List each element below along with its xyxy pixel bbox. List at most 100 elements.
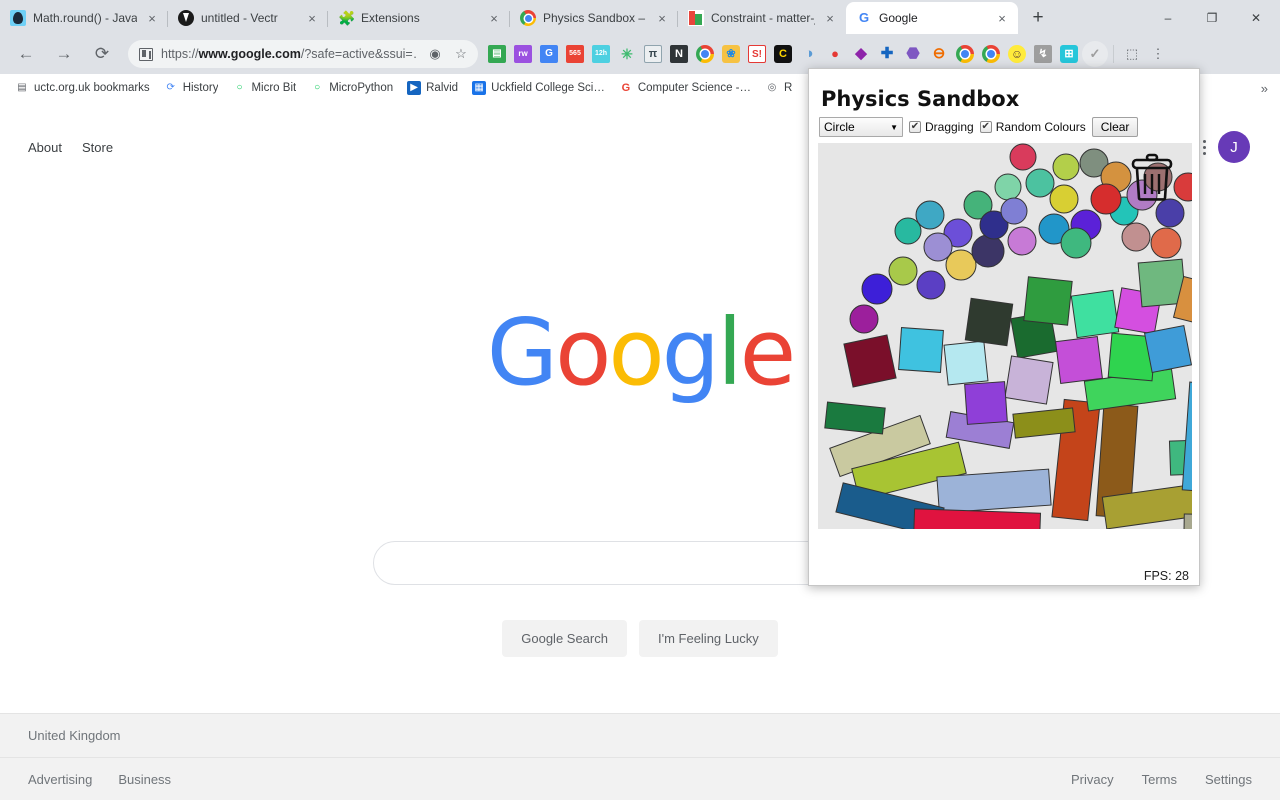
tab-close-button[interactable]: × — [486, 11, 502, 26]
tab-extensions[interactable]: 🧩 Extensions × — [328, 2, 510, 34]
tab-math-round[interactable]: Math.round() - JavaScrip × — [0, 2, 168, 34]
target-icon[interactable]: ◉ — [426, 46, 444, 62]
google-icon: G — [621, 82, 631, 94]
extension-blue-cross[interactable]: ✚ — [874, 41, 900, 67]
adblock-extension-icon: ⊖ — [932, 45, 946, 62]
address-bar[interactable]: https://www.google.com/?safe=active&ssui… — [128, 40, 478, 68]
chrome-menu-icon[interactable]: ⋮ — [1145, 41, 1171, 67]
tab-close-button[interactable]: × — [822, 11, 838, 26]
extension-gmail-565[interactable]: 565 — [562, 41, 588, 67]
extension-tomato-timer[interactable]: ● — [822, 41, 848, 67]
bookmark-star-icon[interactable]: ☆ — [452, 46, 470, 62]
minimize-button[interactable]: – — [1146, 2, 1190, 34]
nav-link-about[interactable]: About — [18, 134, 72, 161]
tab-close-button[interactable]: × — [304, 11, 320, 26]
bookmark-uctc[interactable]: ▤ uctc.org.uk bookmarks — [8, 78, 157, 98]
logo-letter: o — [555, 299, 611, 406]
extension-chrome-app[interactable] — [692, 41, 718, 67]
extension-chrome-dev2[interactable] — [978, 41, 1004, 67]
dragging-checkbox[interactable] — [909, 121, 921, 133]
extension-purple-diamond[interactable]: ◆ — [848, 41, 874, 67]
extension-fish[interactable]: ❀ — [718, 41, 744, 67]
footer-link-advertising[interactable]: Advertising — [28, 772, 104, 787]
microbit-icon: ○ — [236, 82, 243, 93]
fps-counter: FPS: 28 — [809, 529, 1199, 591]
extension-adblock[interactable]: ⊖ — [926, 41, 952, 67]
extension-chrome-dev[interactable] — [952, 41, 978, 67]
feeling-lucky-button[interactable]: I'm Feeling Lucky — [638, 620, 778, 657]
bookmark-label: Ralvid — [426, 82, 459, 94]
window-controls: – ❐ ✕ — [1146, 2, 1280, 34]
tab-label: Constraint - matter-js 0.1 — [711, 11, 815, 25]
extension-violet-hex[interactable]: ⬣ — [900, 41, 926, 67]
clock-12h-extension-icon: 12h — [592, 45, 610, 63]
dragging-checkbox-group[interactable]: Dragging — [909, 120, 974, 134]
back-button[interactable]: ← — [10, 38, 42, 70]
bookmark-label: Micro Bit — [251, 82, 297, 94]
extension-smiley[interactable]: ☺ — [1004, 41, 1030, 67]
tab-physics-sandbox[interactable]: Physics Sandbox – Edit × — [510, 2, 678, 34]
chrome-favicon-icon — [520, 10, 536, 26]
bookmark-uckfield-college[interactable]: ▦ Uckfield College Sci… — [465, 78, 612, 98]
trash-icon[interactable] — [1130, 153, 1174, 201]
extension-blue-circle[interactable]: ◑ — [796, 41, 822, 67]
avatar[interactable]: J — [1218, 131, 1250, 163]
physics-canvas[interactable] — [818, 143, 1192, 529]
logo-letter: l — [717, 299, 743, 406]
new-tab-button[interactable]: + — [1024, 4, 1052, 32]
footer-link-privacy[interactable]: Privacy — [1071, 772, 1114, 787]
close-window-button[interactable]: ✕ — [1234, 2, 1278, 34]
pi-math-extension-icon: π — [644, 45, 662, 63]
reload-button[interactable]: ⟳ — [86, 38, 118, 70]
smiley-extension-icon: ☺ — [1008, 45, 1026, 63]
forward-button[interactable]: → — [48, 38, 80, 70]
tab-untitled-vectr[interactable]: untitled - Vectr × — [168, 2, 328, 34]
bookmark-microbit[interactable]: ○ Micro Bit — [225, 78, 303, 98]
bookmark-label: History — [182, 82, 219, 94]
bookmark-micropython[interactable]: ○ MicroPython — [303, 78, 400, 98]
extension-apps-grid[interactable]: ⊞ — [1056, 41, 1082, 67]
extension-contacts[interactable]: ▤ — [484, 41, 510, 67]
tab-close-button[interactable]: × — [994, 11, 1010, 26]
footer-link-business[interactable]: Business — [118, 772, 183, 787]
page-footer: United Kingdom Advertising Business Priv… — [0, 713, 1280, 800]
bookmark-history[interactable]: ⟳ History — [157, 78, 226, 98]
contacts-extension-icon: ▤ — [488, 45, 506, 63]
nav-link-store[interactable]: Store — [72, 134, 123, 161]
tab-close-button[interactable]: × — [654, 11, 670, 26]
extension-physics-sandbox[interactable]: ✓ — [1082, 41, 1108, 67]
apps-grid-extension-icon: ⊞ — [1060, 45, 1078, 63]
footer-country-row: United Kingdom — [0, 714, 1280, 758]
bookmark-r[interactable]: ◎ R — [758, 78, 799, 98]
extension-purple-puzzle[interactable]: rw — [510, 41, 536, 67]
extension-notion[interactable]: N — [666, 41, 692, 67]
page-info-icon[interactable] — [139, 47, 153, 61]
clear-button[interactable]: Clear — [1091, 117, 1139, 137]
random-colours-checkbox[interactable] — [979, 121, 992, 133]
dragging-label: Dragging — [925, 120, 974, 134]
bookmarks-overflow-button[interactable]: » — [1261, 81, 1272, 96]
extension-runner[interactable]: ↯ — [1030, 41, 1056, 67]
extension-s-exclaim[interactable]: S! — [744, 41, 770, 67]
extension-translate[interactable]: G — [536, 41, 562, 67]
footer-link-terms[interactable]: Terms — [1142, 772, 1177, 787]
bookmark-computer-science[interactable]: G Computer Science -… — [612, 78, 758, 98]
tab-constraint-matterjs[interactable]: Constraint - matter-js 0.1 × — [678, 2, 846, 34]
tab-google[interactable]: G Google × — [846, 2, 1018, 34]
runner-extension-icon: ↯ — [1034, 45, 1052, 63]
random-colours-checkbox-group[interactable]: Random Colours — [979, 120, 1086, 134]
random-colours-label: Random Colours — [995, 120, 1086, 134]
bookmark-label: R — [783, 82, 793, 94]
extension-pacman[interactable]: C — [770, 41, 796, 67]
bookmark-ralvid[interactable]: ▶ Ralvid — [400, 78, 465, 98]
google-search-button[interactable]: Google Search — [502, 620, 627, 657]
extension-clock-12h[interactable]: 12h — [588, 41, 614, 67]
footer-link-settings[interactable]: Settings — [1205, 772, 1252, 787]
tab-close-button[interactable]: × — [144, 11, 160, 26]
maximize-button[interactable]: ❐ — [1190, 2, 1234, 34]
cast-icon[interactable]: ⬚ — [1119, 41, 1145, 67]
tab-label: untitled - Vectr — [201, 11, 278, 25]
extension-autodesk[interactable]: ✳ — [614, 41, 640, 67]
extension-pi-math[interactable]: π — [640, 41, 666, 67]
shape-select[interactable]: Circle ▼ — [819, 117, 903, 137]
